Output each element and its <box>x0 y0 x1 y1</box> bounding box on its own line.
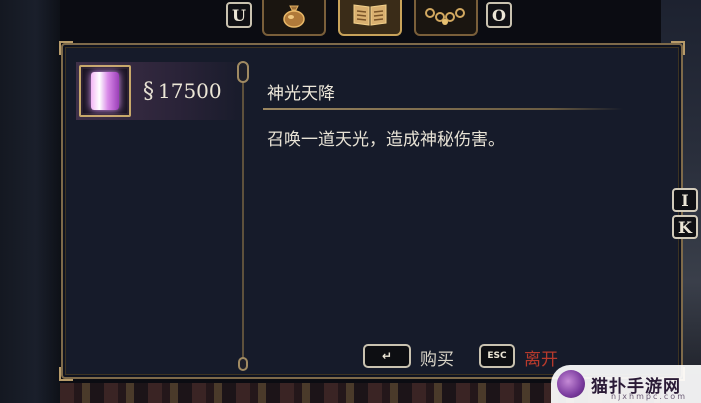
column-divider <box>242 64 244 369</box>
background-left <box>0 0 60 403</box>
scrollbar-end-cap <box>238 357 248 371</box>
frame-corner <box>59 41 73 55</box>
frame-corner <box>671 41 685 55</box>
scroll-down-key[interactable]: K <box>672 215 698 239</box>
tab-next-key[interactable]: O <box>486 2 512 28</box>
tab-spellbook[interactable] <box>338 0 402 36</box>
currency-icon: § <box>143 78 154 104</box>
tab-prev-key[interactable]: U <box>226 2 252 28</box>
open-book-icon <box>351 1 389 33</box>
watermark: 猫扑手游网 njxhmpc.com <box>551 365 701 403</box>
tab-inventory[interactable] <box>262 0 326 36</box>
buy-button[interactable]: 购买 <box>420 345 454 370</box>
leave-button[interactable]: 离开 <box>524 345 558 370</box>
title-underline <box>263 108 623 110</box>
item-icon-frame <box>79 65 131 117</box>
watermark-sub: njxhmpc.com <box>611 392 687 401</box>
item-description: 召唤一道天光，造成神秘伤害。 <box>267 130 505 150</box>
enter-key-icon: ↵ <box>381 349 393 363</box>
light-crystal-icon <box>91 72 119 110</box>
frame-corner <box>59 367 73 381</box>
watermark-logo-icon <box>557 370 585 398</box>
scrollbar-handle[interactable] <box>237 61 249 83</box>
price-value: 17500 <box>158 79 222 103</box>
esc-key[interactable]: ESC <box>479 344 515 368</box>
shop-item-row[interactable]: § 17500 <box>76 62 246 120</box>
shop-panel: § 17500 神光天降 召唤一道天光，造成神秘伤害。 <box>59 41 685 381</box>
item-title: 神光天降 <box>267 84 335 104</box>
tab-accessories[interactable] <box>414 0 478 36</box>
scroll-up-key[interactable]: I <box>672 188 698 212</box>
chain-necklace-icon <box>424 3 468 31</box>
coin-bag-icon <box>280 2 308 32</box>
item-price: § 17500 <box>143 79 222 104</box>
buy-key[interactable]: ↵ <box>363 344 411 368</box>
tab-bar: U O <box>226 0 516 38</box>
